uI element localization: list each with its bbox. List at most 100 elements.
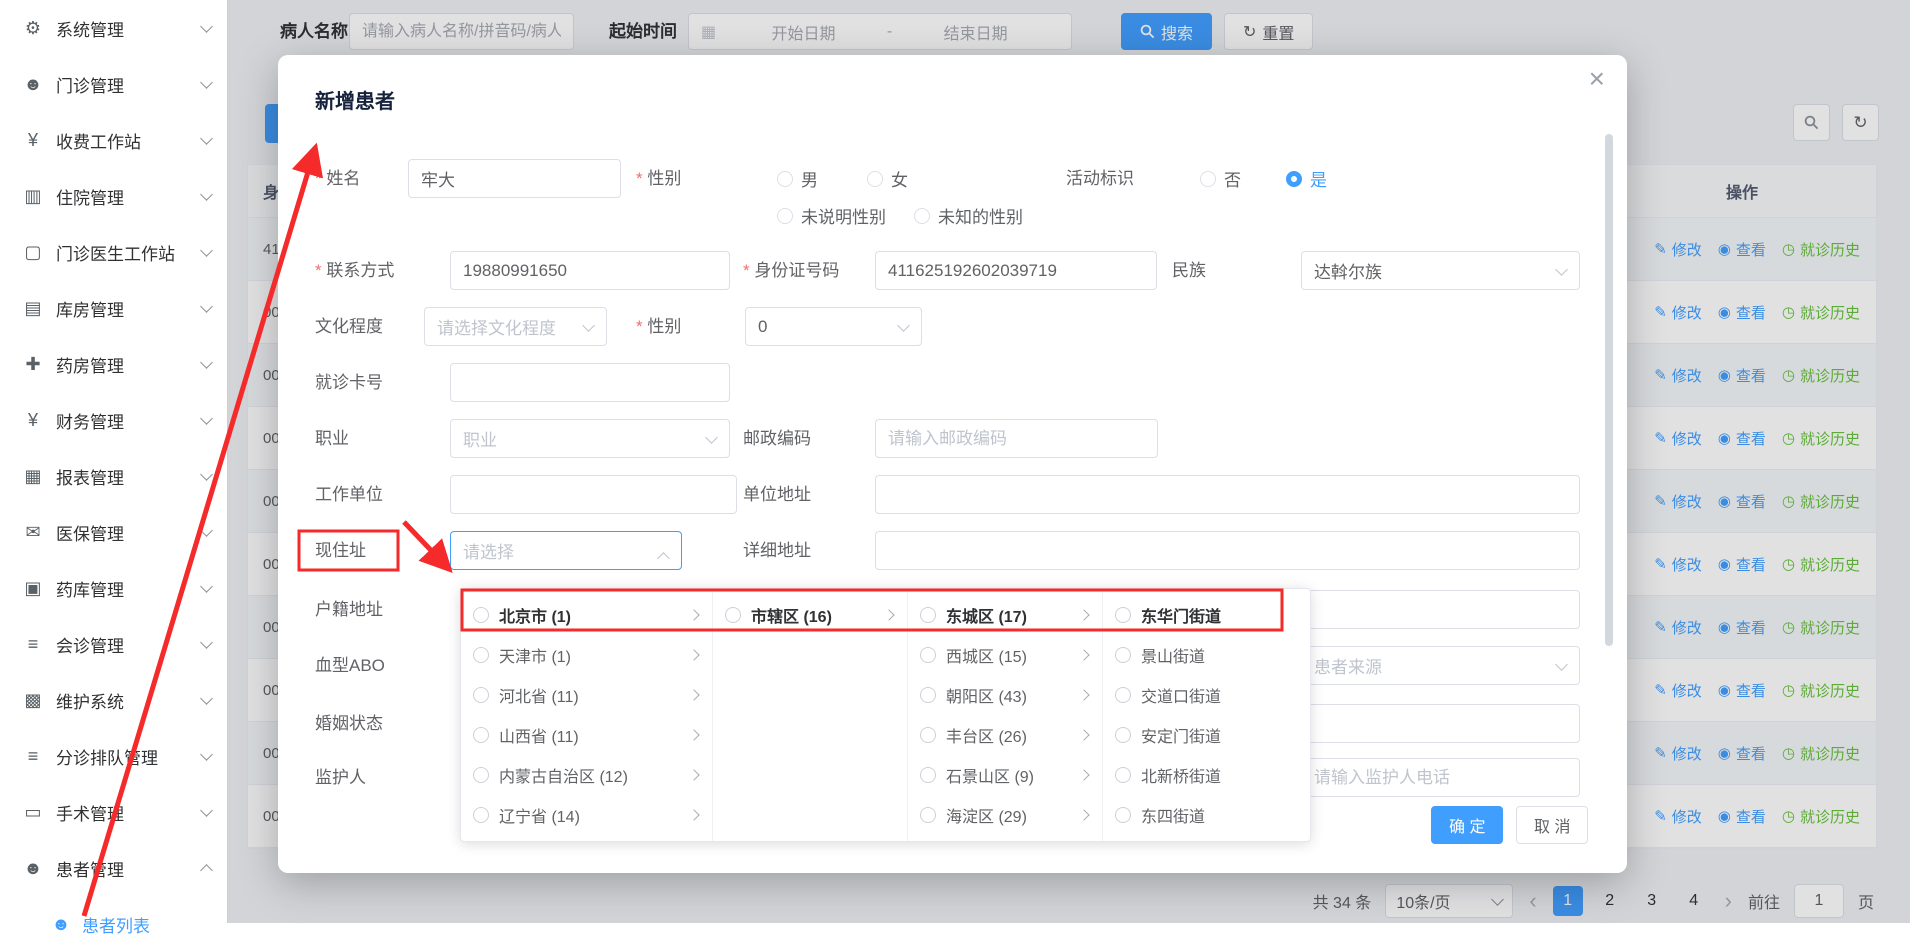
id-number-input[interactable] — [875, 251, 1157, 290]
chevron-down-icon — [200, 244, 213, 257]
chevron-down-icon — [897, 319, 910, 332]
chevron-down-icon — [200, 132, 213, 145]
education-select[interactable]: 请选择文化程度 — [424, 307, 607, 346]
chevron-right-icon — [688, 769, 699, 780]
modal-scrollbar-thumb[interactable] — [1605, 134, 1613, 646]
chevron-down-icon — [200, 356, 213, 369]
sidebar-item[interactable]: ≡分诊排队管理 — [0, 728, 227, 784]
cascader-option[interactable]: 北京市 (1) — [461, 595, 712, 635]
chevron-down-icon — [200, 636, 213, 649]
sidebar-item[interactable]: ▥住院管理 — [0, 168, 227, 224]
chevron-right-icon — [1078, 769, 1089, 780]
cascader-option[interactable]: 西城区 (15) — [908, 635, 1102, 675]
guardian-label: 监护人 — [315, 758, 366, 797]
contact-input[interactable] — [450, 251, 730, 290]
education-label: 文化程度 — [315, 307, 383, 346]
yen-icon: ¥ — [22, 130, 44, 151]
radio-activity-no[interactable]: 否 — [1200, 159, 1241, 198]
sidebar-item[interactable]: ▤库房管理 — [0, 280, 227, 336]
patient-source-select[interactable]: 患者来源 — [1301, 646, 1580, 685]
radio-gender-unstated[interactable]: 未说明性别 — [777, 196, 886, 235]
cascader-option[interactable]: 东四街道 — [1103, 795, 1310, 835]
sidebar-item[interactable]: ▩维护系统 — [0, 672, 227, 728]
cascader-option[interactable]: 山西省 (11) — [461, 715, 712, 755]
chevron-right-icon — [1078, 729, 1089, 740]
cascader-option[interactable]: 辽宁省 (14) — [461, 795, 712, 835]
pharmacy-cross-icon: ✚ — [22, 354, 44, 375]
sidebar-item[interactable]: ✚药房管理 — [0, 336, 227, 392]
household-label: 户籍地址 — [315, 590, 383, 629]
detail-address-input[interactable] — [875, 531, 1580, 570]
radio-gender-unknown[interactable]: 未知的性别 — [914, 196, 1023, 235]
gender-select[interactable]: 0 — [745, 307, 922, 346]
sidebar-item[interactable]: ¥财务管理 — [0, 392, 227, 448]
cascader-option[interactable]: 石景山区 (9) — [908, 755, 1102, 795]
gender-select-label: 性别 — [636, 307, 681, 346]
chevron-down-icon — [200, 748, 213, 761]
work-unit-input[interactable] — [450, 475, 737, 514]
cancel-button[interactable]: 取 消 — [1516, 806, 1588, 844]
patient-list-icon: ☻ — [50, 914, 72, 935]
chevron-right-icon — [1078, 689, 1089, 700]
cascader-option[interactable]: 东华门街道 — [1103, 595, 1310, 635]
report-icon: ▦ — [22, 466, 44, 487]
cascader-option[interactable]: 北新桥街道 — [1103, 755, 1310, 795]
cascader-option[interactable]: 安定门街道 — [1103, 715, 1310, 755]
cascader-option[interactable]: 河北省 (11) — [461, 675, 712, 715]
unit-address-input[interactable] — [875, 475, 1580, 514]
radio-circle-icon — [1115, 607, 1131, 623]
cascader-option[interactable]: 天津市 (1) — [461, 635, 712, 675]
sidebar-item[interactable]: ≡会诊管理 — [0, 616, 227, 672]
chevron-right-icon — [688, 649, 699, 660]
cascader-option[interactable]: 朝阳区 (43) — [908, 675, 1102, 715]
radio-female[interactable]: 女 — [867, 159, 908, 198]
cascader-street-column: 东华门街道景山街道交道口街道安定门街道北新桥街道东四街道 — [1103, 589, 1310, 841]
radio-activity-yes[interactable]: 是 — [1286, 159, 1327, 198]
sidebar-item[interactable]: ☻患者管理 — [0, 840, 227, 896]
cascader-option[interactable]: 丰台区 (26) — [908, 715, 1102, 755]
sidebar-item[interactable]: ¥收费工作站 — [0, 112, 227, 168]
cascader-option[interactable]: 海淀区 (29) — [908, 795, 1102, 835]
sidebar-item[interactable]: ▭手术管理 — [0, 784, 227, 840]
close-icon[interactable]: × — [1589, 65, 1605, 93]
radio-circle-icon — [914, 208, 930, 224]
address-cascader-panel: 北京市 (1)天津市 (1)河北省 (11)山西省 (11)内蒙古自治区 (12… — [460, 588, 1311, 842]
radio-male[interactable]: 男 — [777, 159, 818, 198]
radio-circle-icon — [867, 171, 883, 187]
chevron-down-icon — [705, 431, 718, 444]
postal-input[interactable] — [875, 419, 1158, 458]
confirm-button[interactable]: 确 定 — [1431, 806, 1503, 844]
ethnicity-select[interactable]: 达斡尔族 — [1301, 251, 1580, 290]
chevron-down-icon — [200, 580, 213, 593]
sidebar-item[interactable]: ▦报表管理 — [0, 448, 227, 504]
visit-card-input[interactable] — [450, 363, 730, 402]
cascader-option[interactable]: 内蒙古自治区 (12) — [461, 755, 712, 795]
radio-circle-icon — [473, 807, 489, 823]
cascader-option[interactable]: 交道口街道 — [1103, 675, 1310, 715]
cascader-option[interactable]: 东城区 (17) — [908, 595, 1102, 635]
chevron-down-icon — [1555, 658, 1568, 671]
chevron-right-icon — [1078, 809, 1089, 820]
sidebar-item[interactable]: ✉医保管理 — [0, 504, 227, 560]
chevron-right-icon — [883, 609, 894, 620]
sidebar-item[interactable]: ▣药库管理 — [0, 560, 227, 616]
name-input[interactable] — [408, 159, 621, 198]
radio-circle-icon — [473, 727, 489, 743]
unit-address-label: 单位地址 — [743, 475, 811, 514]
sidebar-item[interactable]: ▢门诊医生工作站 — [0, 224, 227, 280]
chevron-down-icon — [200, 76, 213, 89]
chevron-right-icon — [688, 609, 699, 620]
sidebar: ⚙系统管理☻门诊管理¥收费工作站▥住院管理▢门诊医生工作站▤库房管理✚药房管理¥… — [0, 0, 228, 923]
sidebar-item-patient-list[interactable]: ☻ 患者列表 — [0, 896, 227, 952]
radio-circle-icon — [1115, 807, 1131, 823]
sidebar-item[interactable]: ⚙系统管理 — [0, 0, 227, 56]
current-address-label: 现住址 — [315, 531, 366, 570]
cascader-option[interactable]: 市辖区 (16) — [713, 595, 907, 635]
sidebar-item[interactable]: ☻门诊管理 — [0, 56, 227, 112]
guardian-phone-input[interactable] — [1301, 758, 1580, 797]
occupation-select[interactable]: 职业 — [450, 419, 730, 458]
cascader-option[interactable]: 景山街道 — [1103, 635, 1310, 675]
radio-circle-icon — [920, 727, 936, 743]
visit-card-label: 就诊卡号 — [315, 363, 383, 402]
current-address-cascader-select[interactable]: 请选择 — [450, 531, 682, 570]
